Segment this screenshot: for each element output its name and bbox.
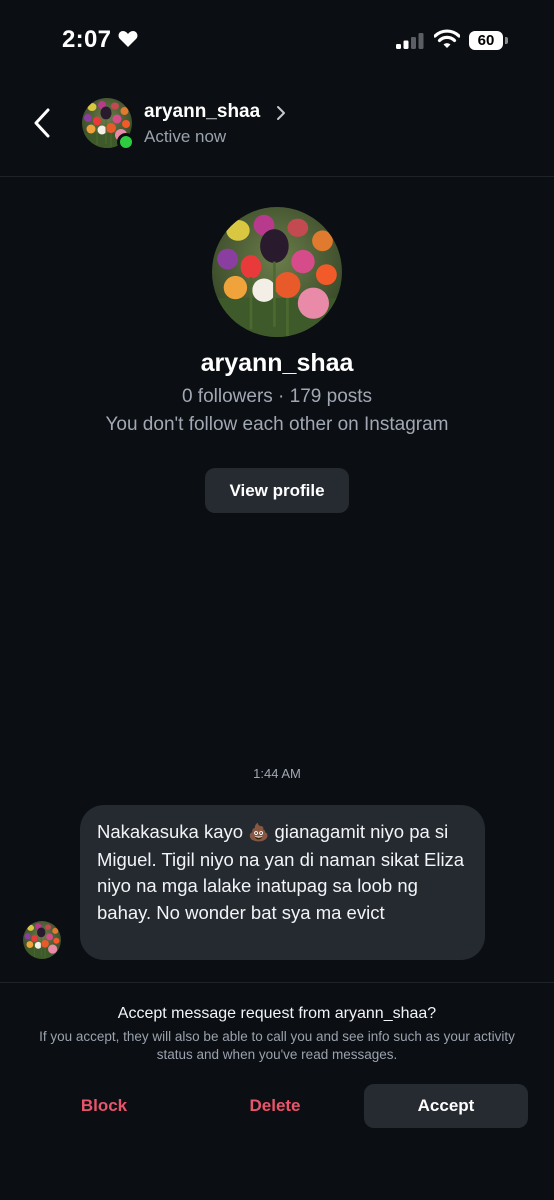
poop-emoji: 💩: [248, 823, 270, 842]
block-button[interactable]: Block: [40, 1084, 168, 1128]
header-active-status: Active now: [144, 127, 227, 146]
accept-button[interactable]: Accept: [364, 1084, 528, 1128]
view-profile-button[interactable]: View profile: [205, 468, 349, 513]
battery-icon: 60: [469, 31, 503, 50]
dm-request-screen: 2:07 60 aryann_shaa Active now aryann_sh…: [0, 0, 554, 1200]
message-text-part1: Nakakasuka kayo: [97, 821, 249, 842]
profile-avatar[interactable]: [212, 207, 342, 337]
heart-icon: [118, 30, 138, 48]
profile-relation: You don't follow each other on Instagram: [105, 414, 449, 435]
chat-header: aryann_shaa Active now: [0, 88, 554, 177]
message-sender-avatar[interactable]: [23, 921, 61, 959]
signal-icon: [396, 33, 424, 49]
request-title: Accept message request from aryann_shaa?: [117, 1005, 437, 1022]
header-username[interactable]: aryann_shaa: [144, 101, 260, 123]
request-description: If you accept, they will also be able to…: [39, 1029, 515, 1062]
status-time: 2:07: [62, 26, 112, 53]
footer-divider: [0, 982, 554, 983]
message-timestamp: 1:44 AM: [253, 766, 301, 781]
profile-username: aryann_shaa: [200, 349, 354, 377]
battery-cap: [505, 37, 508, 44]
online-status-dot: [117, 133, 135, 151]
back-icon[interactable]: [32, 108, 56, 138]
message-bubble[interactable]: Nakakasuka kayo 💩 gianagamit niyo pa si …: [80, 805, 485, 960]
status-bar: 2:07 60: [0, 0, 554, 80]
wifi-icon: [434, 29, 460, 49]
delete-button[interactable]: Delete: [211, 1084, 339, 1128]
profile-stats: 0 followers · 179 posts: [181, 386, 373, 407]
chevron-right-icon[interactable]: [276, 105, 286, 121]
